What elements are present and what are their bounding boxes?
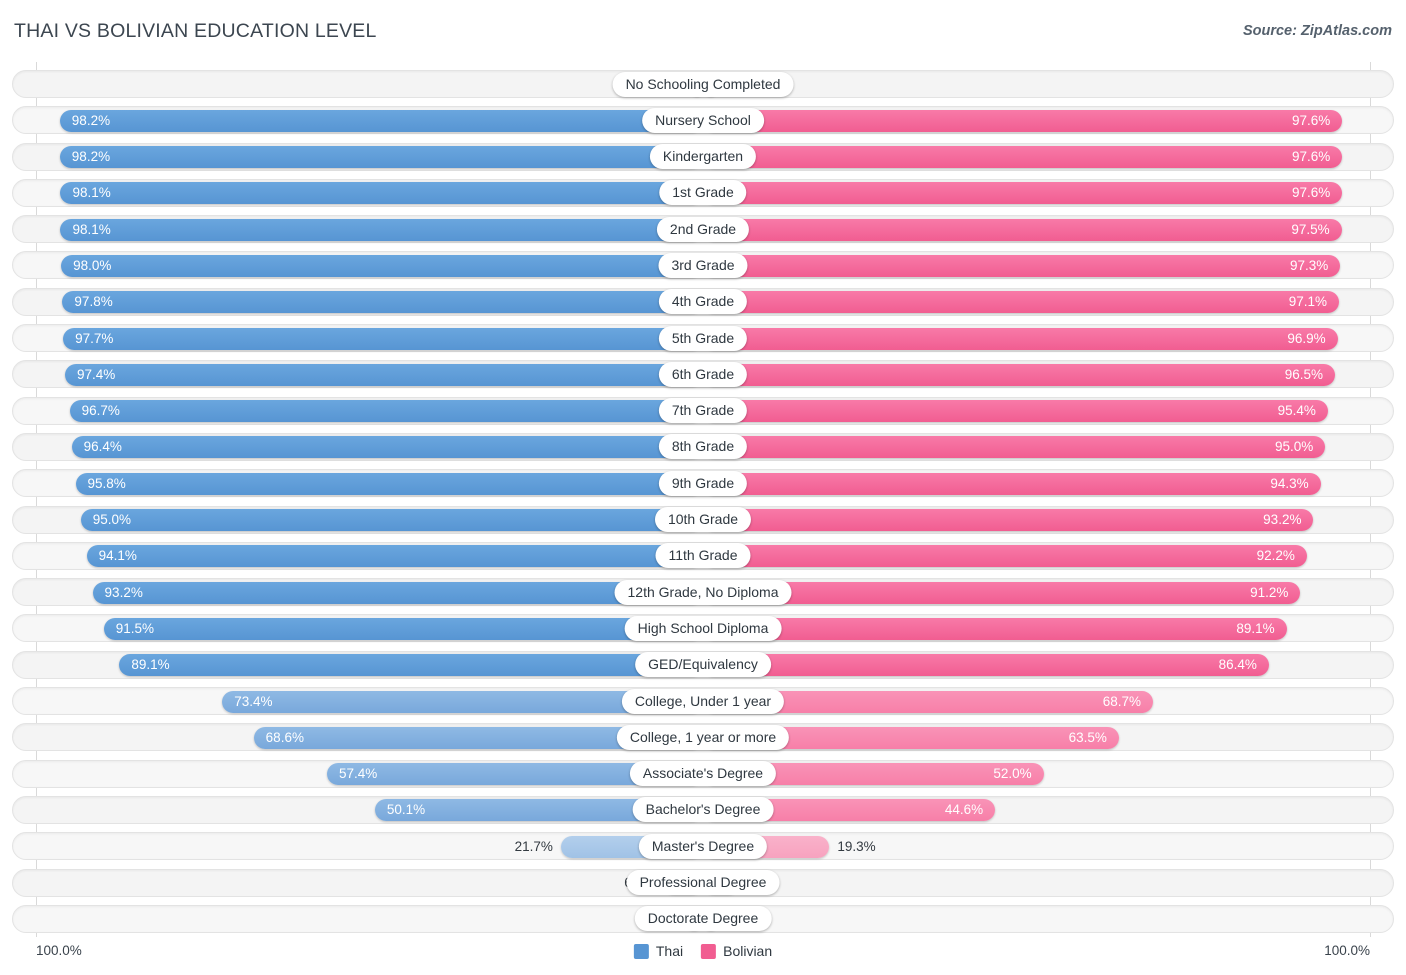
table-row: 98.1% 97.5% 2nd Grade <box>0 212 1406 248</box>
value-label-bolivian: 19.3% <box>837 838 876 854</box>
value-label-thai: 98.1% <box>72 221 111 237</box>
source-attribution: Source: ZipAtlas.com <box>1242 23 1392 39</box>
table-row: 6.1%5.6%Professional Degree <box>0 866 1406 902</box>
category-label: 2nd Grade <box>656 216 750 242</box>
value-label-bolivian: 96.9% <box>1287 330 1326 346</box>
legend-item[interactable]: Thai <box>633 943 684 959</box>
value-label-thai: 98.0% <box>73 257 112 273</box>
value-label-bolivian: 95.0% <box>1274 439 1314 455</box>
table-row: 95.0% 93.2% 10th Grade <box>0 503 1406 539</box>
legend-swatch-icon <box>633 943 649 959</box>
plot-area: 1.8%2.4%No Schooling Completed 98.2% 97.6%… <box>0 62 1406 937</box>
value-label-bolivian: 95.4% <box>1277 403 1316 419</box>
category-label: 8th Grade <box>658 434 748 460</box>
category-label: College, 1 year or more <box>616 724 790 750</box>
legend-item[interactable]: Bolivian <box>701 943 772 959</box>
category-label: Kindergarten <box>649 144 757 170</box>
category-label: No Schooling Completed <box>612 71 794 97</box>
category-label: Doctorate Degree <box>634 906 772 932</box>
value-label-bolivian: 97.6% <box>1291 185 1331 201</box>
value-label-bolivian: 96.5% <box>1284 366 1324 382</box>
page-title: THAI VS BOLIVIAN EDUCATION LEVEL <box>14 20 377 42</box>
value-label-bolivian: 97.5% <box>1291 221 1330 237</box>
value-label-thai: 98.1% <box>72 185 111 201</box>
value-label-thai: 21.7% <box>514 838 553 854</box>
value-label-bolivian: 97.3% <box>1290 257 1329 273</box>
table-row: 96.4% 95.0% 8th Grade <box>0 430 1406 466</box>
value-label-thai: 97.8% <box>74 294 113 310</box>
value-label-thai: 95.0% <box>92 512 132 528</box>
category-label: 7th Grade <box>658 398 748 424</box>
legend-swatch-icon <box>701 943 717 959</box>
category-label: 9th Grade <box>658 470 748 496</box>
table-row: 57.4% 52.0% Associate's Degree <box>0 757 1406 793</box>
category-label: Professional Degree <box>626 870 780 896</box>
table-row: 93.2% 91.2% 12th Grade, No Diploma <box>0 575 1406 611</box>
table-row: 94.1% 92.2% 11th Grade <box>0 539 1406 575</box>
table-row: 96.7% 95.4% 7th Grade <box>0 394 1406 430</box>
table-row: 73.4% 68.7% College, Under 1 year <box>0 684 1406 720</box>
chart-footer: 100.0% Thai Bolivian 100.0% <box>0 937 1406 975</box>
value-label-bolivian: 92.2% <box>1256 548 1295 564</box>
value-label-bolivian: 94.3% <box>1270 475 1309 491</box>
category-label: Associate's Degree <box>629 761 777 787</box>
chart-root: THAI VS BOLIVIAN EDUCATION LEVEL Source:… <box>0 0 1406 975</box>
value-label-thai: 94.1% <box>98 548 137 564</box>
value-label-bolivian: 91.2% <box>1250 584 1289 600</box>
chart-legend: Thai Bolivian <box>633 943 772 959</box>
category-label: 6th Grade <box>658 361 748 387</box>
table-row: 89.1% 86.4% GED/Equivalency <box>0 648 1406 684</box>
category-label: 4th Grade <box>658 289 748 315</box>
value-label-bolivian: 93.2% <box>1263 512 1302 528</box>
value-label-thai: 98.2% <box>71 112 111 128</box>
category-label: 5th Grade <box>658 325 748 351</box>
table-row: 50.1% 44.6% Bachelor's Degree <box>0 793 1406 829</box>
table-row: 91.5% 89.1% High School Diploma <box>0 611 1406 647</box>
bar-rows: 1.8%2.4%No Schooling Completed 98.2% 97.6%… <box>0 62 1406 938</box>
value-label-bolivian: 97.1% <box>1288 294 1327 310</box>
value-label-bolivian: 97.6% <box>1291 149 1331 165</box>
category-label: Master's Degree <box>638 833 768 859</box>
table-row: 2.8%2.4%Doctorate Degree <box>0 902 1406 938</box>
category-label: 11th Grade <box>655 543 751 569</box>
category-label: 1st Grade <box>659 180 747 206</box>
category-label: Bachelor's Degree <box>632 797 774 823</box>
table-row: 21.7% 19.3% Master's Degree <box>0 829 1406 865</box>
table-row: 98.2% 97.6% Kindergarten <box>0 140 1406 176</box>
table-row: 97.7% 96.9% 5th Grade <box>0 321 1406 357</box>
category-label: 12th Grade, No Diploma <box>614 579 792 605</box>
category-label: GED/Equivalency <box>635 652 771 678</box>
table-row: 95.8% 94.3% 9th Grade <box>0 466 1406 502</box>
table-row: 98.0% 97.3% 3rd Grade <box>0 248 1406 284</box>
value-label-thai: 96.4% <box>83 439 122 455</box>
table-row: 68.6% 63.5% College, 1 year or more <box>0 720 1406 756</box>
table-row: 98.1% 97.6% 1st Grade <box>0 176 1406 212</box>
category-label: College, Under 1 year <box>621 688 785 714</box>
category-label: Nursery School <box>642 107 764 133</box>
value-label-bolivian: 86.4% <box>1218 657 1257 673</box>
value-label-thai: 97.4% <box>77 366 116 382</box>
value-label-thai: 95.8% <box>87 475 126 491</box>
category-label: 10th Grade <box>654 507 752 533</box>
value-label-thai: 91.5% <box>115 620 154 636</box>
table-row: 1.8%2.4%No Schooling Completed <box>0 67 1406 103</box>
table-row: 97.4% 96.5% 6th Grade <box>0 357 1406 393</box>
table-row: 98.2% 97.6% Nursery School <box>0 103 1406 139</box>
value-label-thai: 89.1% <box>131 657 170 673</box>
axis-max-label: 100.0% <box>1324 943 1370 958</box>
value-label-thai: 93.2% <box>104 584 143 600</box>
chart-header: THAI VS BOLIVIAN EDUCATION LEVEL Source:… <box>0 0 1406 62</box>
axis-min-label: 100.0% <box>36 943 82 958</box>
value-label-thai: 98.2% <box>71 149 111 165</box>
category-label: High School Diploma <box>624 615 782 641</box>
value-label-bolivian: 97.6% <box>1291 112 1331 128</box>
legend-label: Thai <box>655 943 684 959</box>
legend-label: Bolivian <box>723 943 773 959</box>
value-label-thai: 97.7% <box>75 330 114 346</box>
table-row: 97.8% 97.1% 4th Grade <box>0 285 1406 321</box>
value-label-thai: 96.7% <box>81 403 120 419</box>
value-label-bolivian: 89.1% <box>1236 620 1275 636</box>
category-label: 3rd Grade <box>658 252 748 278</box>
